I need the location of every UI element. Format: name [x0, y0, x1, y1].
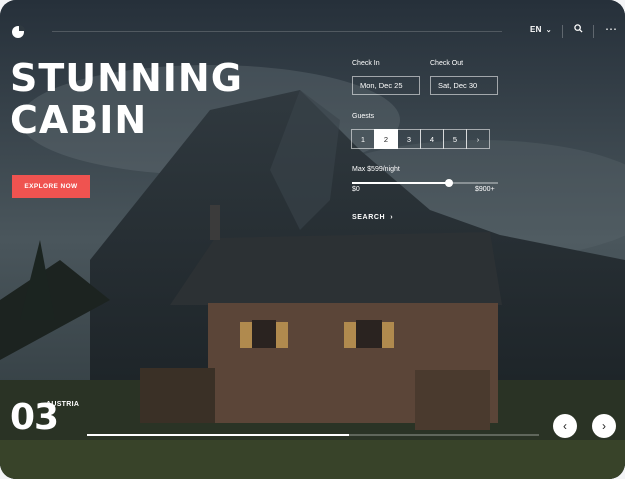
- explore-now-button[interactable]: EXPLORE NOW: [12, 175, 90, 198]
- guest-option[interactable]: 2: [374, 129, 398, 149]
- header-divider: [52, 31, 502, 32]
- chevron-right-icon: ›: [602, 419, 606, 433]
- divider: [593, 25, 594, 38]
- price-slider[interactable]: [352, 179, 498, 187]
- language-label: EN: [530, 25, 542, 34]
- slide-progress: [87, 434, 539, 436]
- hero-title-line1: STUNNING: [10, 56, 243, 100]
- guest-selector: 1 2 3 4 5 ›: [351, 129, 490, 149]
- next-slide-button[interactable]: ›: [592, 414, 616, 438]
- more-icon[interactable]: ⋯: [605, 22, 618, 36]
- guest-option[interactable]: 5: [443, 129, 467, 149]
- arrow-right-icon: ›: [390, 214, 394, 221]
- language-selector[interactable]: EN ⌄: [530, 25, 552, 34]
- guest-option[interactable]: 3: [397, 129, 421, 149]
- search-icon[interactable]: [574, 24, 583, 35]
- slide-progress-fill: [87, 434, 350, 436]
- check-in-label: Check In: [352, 60, 380, 67]
- price-max: $900+: [475, 186, 495, 193]
- check-out-label: Check Out: [430, 60, 464, 67]
- hero-title-line2: CABIN: [10, 98, 148, 142]
- logo-icon[interactable]: [12, 25, 25, 38]
- guests-label: Guests: [352, 113, 375, 120]
- slide-country: AUSTRIA: [46, 401, 80, 408]
- top-bar: EN ⌄ ⋯: [0, 18, 625, 46]
- chevron-left-icon: ‹: [563, 419, 567, 433]
- check-out-field[interactable]: Sat, Dec 30: [430, 76, 498, 95]
- guest-option[interactable]: 1: [351, 129, 375, 149]
- check-in-field[interactable]: Mon, Dec 25: [352, 76, 420, 95]
- search-link-label: SEARCH: [352, 214, 386, 221]
- hero-frame: EN ⌄ ⋯ STUNNING CABIN EXPLORE NOW Check I…: [0, 0, 625, 479]
- guest-option[interactable]: 4: [420, 129, 444, 149]
- price-min: $0: [352, 186, 360, 193]
- search-link[interactable]: SEARCH ›: [352, 214, 393, 221]
- price-label: Max $599/night: [352, 166, 400, 173]
- hero-title: STUNNING CABIN: [10, 57, 243, 141]
- divider: [562, 25, 563, 38]
- prev-slide-button[interactable]: ‹: [553, 414, 577, 438]
- guest-option[interactable]: ›: [466, 129, 490, 149]
- chevron-down-icon: ⌄: [545, 27, 552, 34]
- price-slider-fill: [352, 182, 450, 184]
